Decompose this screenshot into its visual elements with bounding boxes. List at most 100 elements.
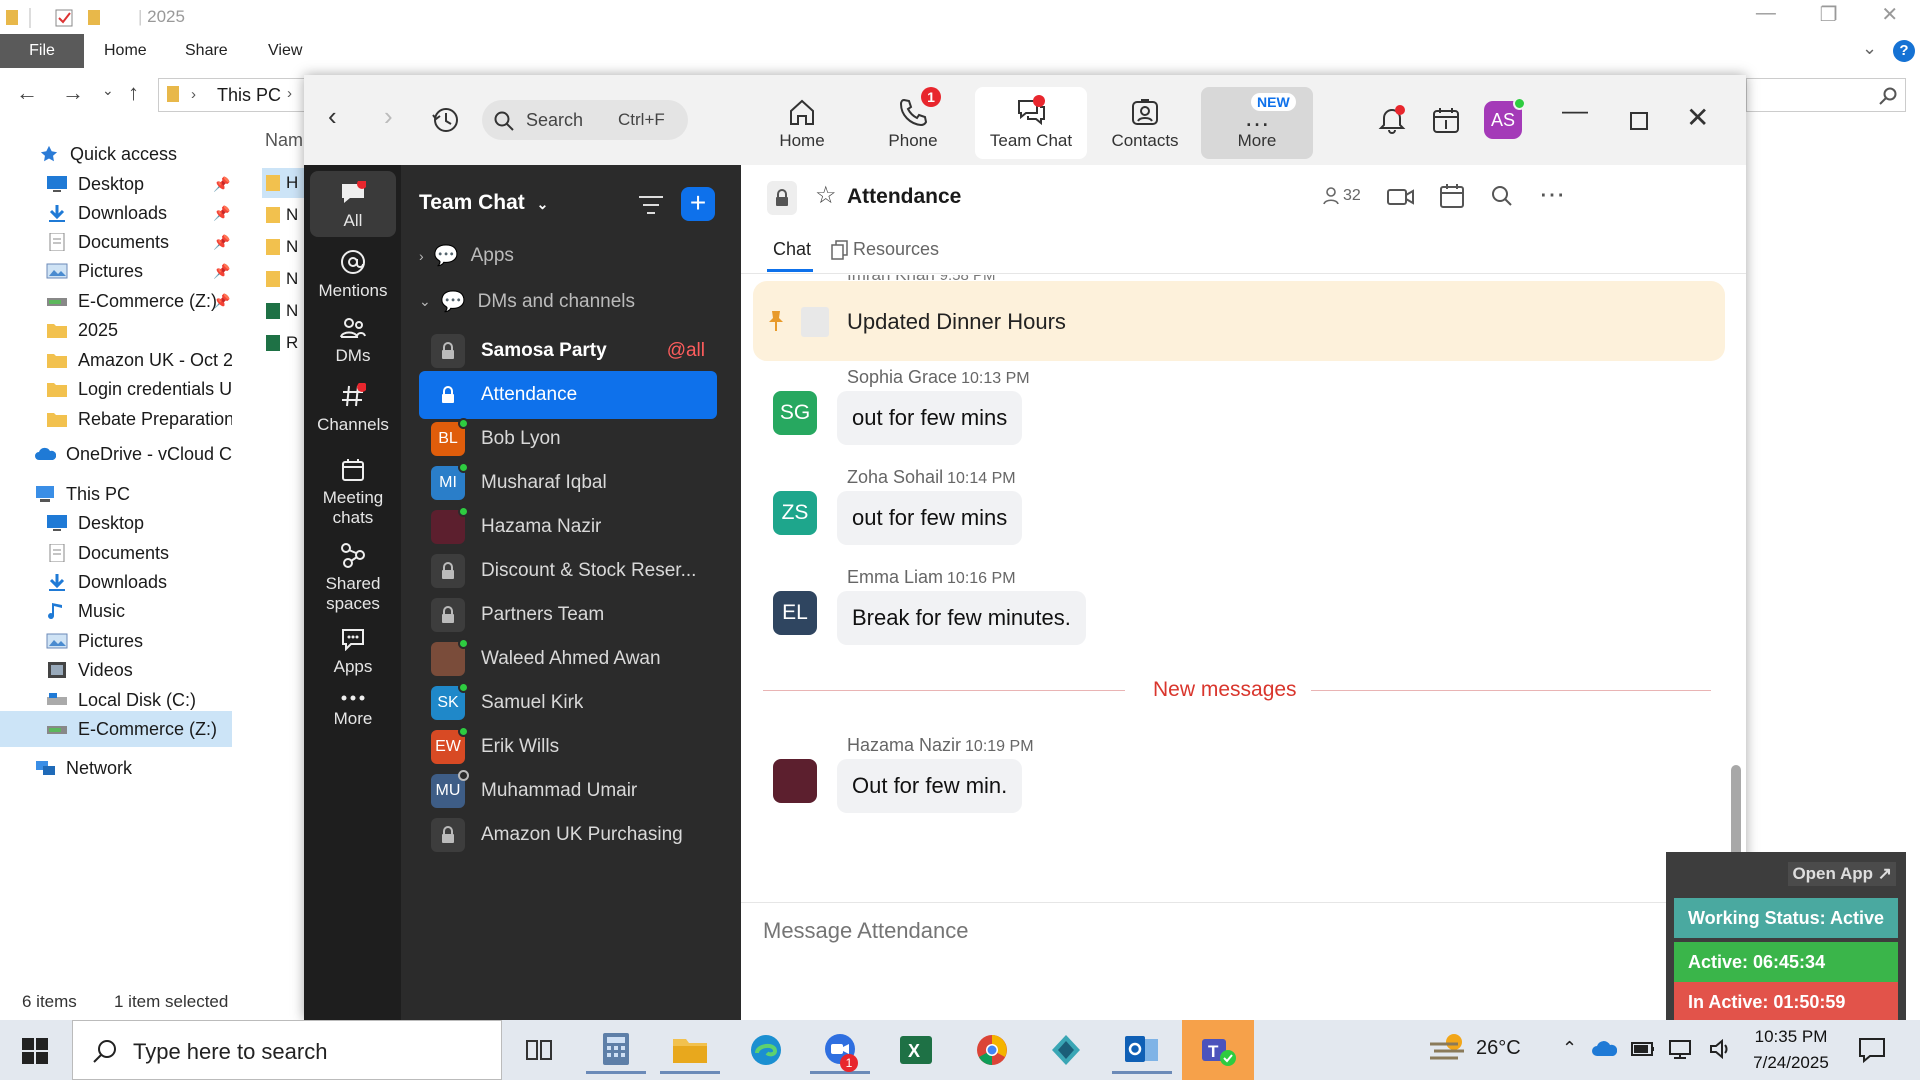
- address-bar[interactable]: › This PC ›: [158, 78, 308, 112]
- quick-access-toolbar-icons[interactable]: [6, 8, 116, 28]
- zoom-search-box[interactable]: Search Ctrl+F: [482, 100, 688, 140]
- file-row[interactable]: N: [262, 232, 304, 262]
- ribbon-tab-home[interactable]: Home: [104, 42, 147, 60]
- windows-start-icon[interactable]: [22, 1038, 48, 1064]
- explorer-restore-button[interactable]: ❐: [1820, 2, 1838, 32]
- avatar[interactable]: EL: [773, 591, 817, 635]
- file-explorer-app-icon[interactable]: [660, 1026, 720, 1074]
- avatar[interactable]: ZS: [773, 491, 817, 535]
- channel-list-item[interactable]: Partners Team: [419, 591, 717, 639]
- tab-team-chat[interactable]: Team Chat: [975, 87, 1087, 159]
- avatar[interactable]: [773, 759, 817, 803]
- tab-chat[interactable]: Chat: [773, 239, 811, 260]
- channel-list-item[interactable]: Samosa Party @all: [419, 327, 717, 375]
- more-options-icon[interactable]: ⋯: [1539, 179, 1565, 210]
- back-arrow-icon[interactable]: ←: [16, 80, 38, 106]
- channel-list-item[interactable]: Amazon UK Purchasing: [419, 811, 717, 859]
- message-bubble[interactable]: out for few mins: [837, 491, 1023, 545]
- up-arrow-icon[interactable]: ↑: [128, 80, 139, 106]
- message-bubble[interactable]: Break for few minutes.: [837, 591, 1086, 645]
- excel-app-icon[interactable]: X: [886, 1026, 946, 1074]
- task-view-icon[interactable]: [510, 1026, 570, 1074]
- nav-item-network[interactable]: Network: [0, 750, 232, 786]
- help-icon[interactable]: ?: [1893, 40, 1915, 62]
- sender-name[interactable]: Emma Liam: [847, 567, 943, 587]
- remote-app-icon[interactable]: [1036, 1026, 1096, 1074]
- filter-dms[interactable]: DMs: [310, 306, 396, 370]
- outlook-app-icon[interactable]: [1112, 1026, 1172, 1074]
- filter-more[interactable]: More: [310, 683, 396, 747]
- nav-item-e-commerce-z[interactable]: E-Commerce (Z:): [0, 711, 232, 747]
- filter-all[interactable]: All: [310, 171, 396, 237]
- message-bubble[interactable]: Out for few min.: [837, 759, 1023, 813]
- dm-list-item[interactable]: MU Muhammad Umair: [419, 767, 717, 815]
- teams-app-icon[interactable]: T: [1182, 1020, 1254, 1080]
- dm-list-item[interactable]: EW Erik Wills: [419, 723, 717, 771]
- onedrive-icon[interactable]: [1591, 1040, 1618, 1058]
- section-dms-and-channels[interactable]: ⌄ 💬 DMs and channels: [419, 289, 635, 314]
- tab-phone[interactable]: Phone 1: [857, 87, 969, 159]
- ribbon-tab-file[interactable]: File: [0, 34, 84, 68]
- dm-list-item[interactable]: BL Bob Lyon: [419, 415, 717, 463]
- ribbon-tab-share[interactable]: Share: [185, 42, 228, 60]
- recent-locations-chevron-icon[interactable]: ⌄: [102, 82, 114, 99]
- show-hidden-icons-chevron-icon[interactable]: ⌃: [1562, 1038, 1577, 1059]
- forward-chevron-icon[interactable]: ›: [384, 101, 393, 132]
- filter-channels[interactable]: Channels: [310, 373, 396, 445]
- video-icon[interactable]: [1387, 187, 1415, 207]
- sender-name[interactable]: Sophia Grace: [847, 367, 957, 387]
- battery-icon[interactable]: [1631, 1040, 1655, 1058]
- member-count[interactable]: 32: [1323, 187, 1361, 205]
- pinned-message-banner[interactable]: Updated Dinner Hours: [753, 281, 1725, 361]
- explorer-minimize-button[interactable]: —: [1756, 2, 1776, 32]
- calendar-icon[interactable]: [1439, 183, 1465, 209]
- notification-center-icon[interactable]: [1858, 1036, 1886, 1064]
- filter-shared-spaces[interactable]: Shared spaces: [310, 532, 396, 613]
- message-composer-input[interactable]: [763, 911, 1463, 951]
- dm-list-item[interactable]: Waleed Ahmed Awan: [419, 635, 717, 683]
- history-icon[interactable]: [432, 106, 460, 134]
- weather-widget[interactable]: 26°C: [1428, 1030, 1521, 1066]
- clock[interactable]: 10:35 PM 7/24/2025: [1736, 1024, 1846, 1076]
- column-header-name[interactable]: Nam: [265, 130, 303, 151]
- zoom-close-button[interactable]: ✕: [1686, 101, 1709, 134]
- nav-item-onedrive-vcloud-ch[interactable]: OneDrive - vCloud Ch: [0, 436, 232, 472]
- star-icon[interactable]: ☆: [815, 181, 837, 210]
- tab-contacts[interactable]: Contacts: [1089, 87, 1201, 159]
- taskbar-search-box[interactable]: Type here to search: [72, 1020, 502, 1080]
- sender-name[interactable]: Zoha Sohail: [847, 467, 943, 487]
- open-app-button[interactable]: Open App ↗: [1788, 862, 1896, 886]
- filter-apps[interactable]: Apps: [310, 617, 396, 681]
- ribbon-tab-view[interactable]: View: [268, 42, 302, 60]
- channel-list-item[interactable]: Discount & Stock Reser...: [419, 547, 717, 595]
- chrome-browser-icon[interactable]: [962, 1026, 1022, 1074]
- tab-home[interactable]: Home: [746, 87, 858, 159]
- zoom-app-icon[interactable]: 1: [810, 1026, 870, 1074]
- dm-list-item[interactable]: SK Samuel Kirk: [419, 679, 717, 727]
- section-apps[interactable]: › 💬 Apps: [419, 243, 514, 268]
- ribbon-expand-chevron-icon[interactable]: ⌄: [1862, 38, 1877, 59]
- chat-list-title[interactable]: Team Chat ⌄: [419, 191, 548, 215]
- avatar[interactable]: SG: [773, 391, 817, 435]
- file-row[interactable]: H: [262, 168, 304, 198]
- filter-mentions[interactable]: Mentions: [310, 239, 396, 303]
- file-row[interactable]: R: [262, 328, 304, 358]
- new-chat-plus-button[interactable]: +: [681, 187, 715, 221]
- dm-list-item[interactable]: Hazama Nazir: [419, 503, 717, 551]
- search-icon[interactable]: [1491, 185, 1513, 207]
- file-row[interactable]: N: [262, 264, 304, 294]
- explorer-search-box[interactable]: [1746, 78, 1906, 112]
- tab-more[interactable]: … More NEW: [1201, 87, 1313, 159]
- volume-icon[interactable]: [1709, 1038, 1733, 1059]
- message-bubble[interactable]: out for few mins: [837, 391, 1023, 445]
- channel-list-item[interactable]: Attendance: [419, 371, 717, 419]
- edge-browser-icon[interactable]: [736, 1026, 796, 1074]
- network-status-icon[interactable]: [1669, 1039, 1695, 1059]
- forward-arrow-icon[interactable]: →: [62, 80, 84, 106]
- message-list[interactable]: Imran Khan 9:58 PM Updated Dinner Hours …: [741, 275, 1731, 815]
- calculator-app-icon[interactable]: [586, 1026, 646, 1074]
- nav-item-rebate-preparation[interactable]: Rebate Preparation: [0, 401, 232, 437]
- calendar-icon[interactable]: [1432, 107, 1460, 135]
- explorer-close-button[interactable]: ✕: [1881, 2, 1898, 32]
- zoom-maximize-button[interactable]: [1630, 112, 1648, 130]
